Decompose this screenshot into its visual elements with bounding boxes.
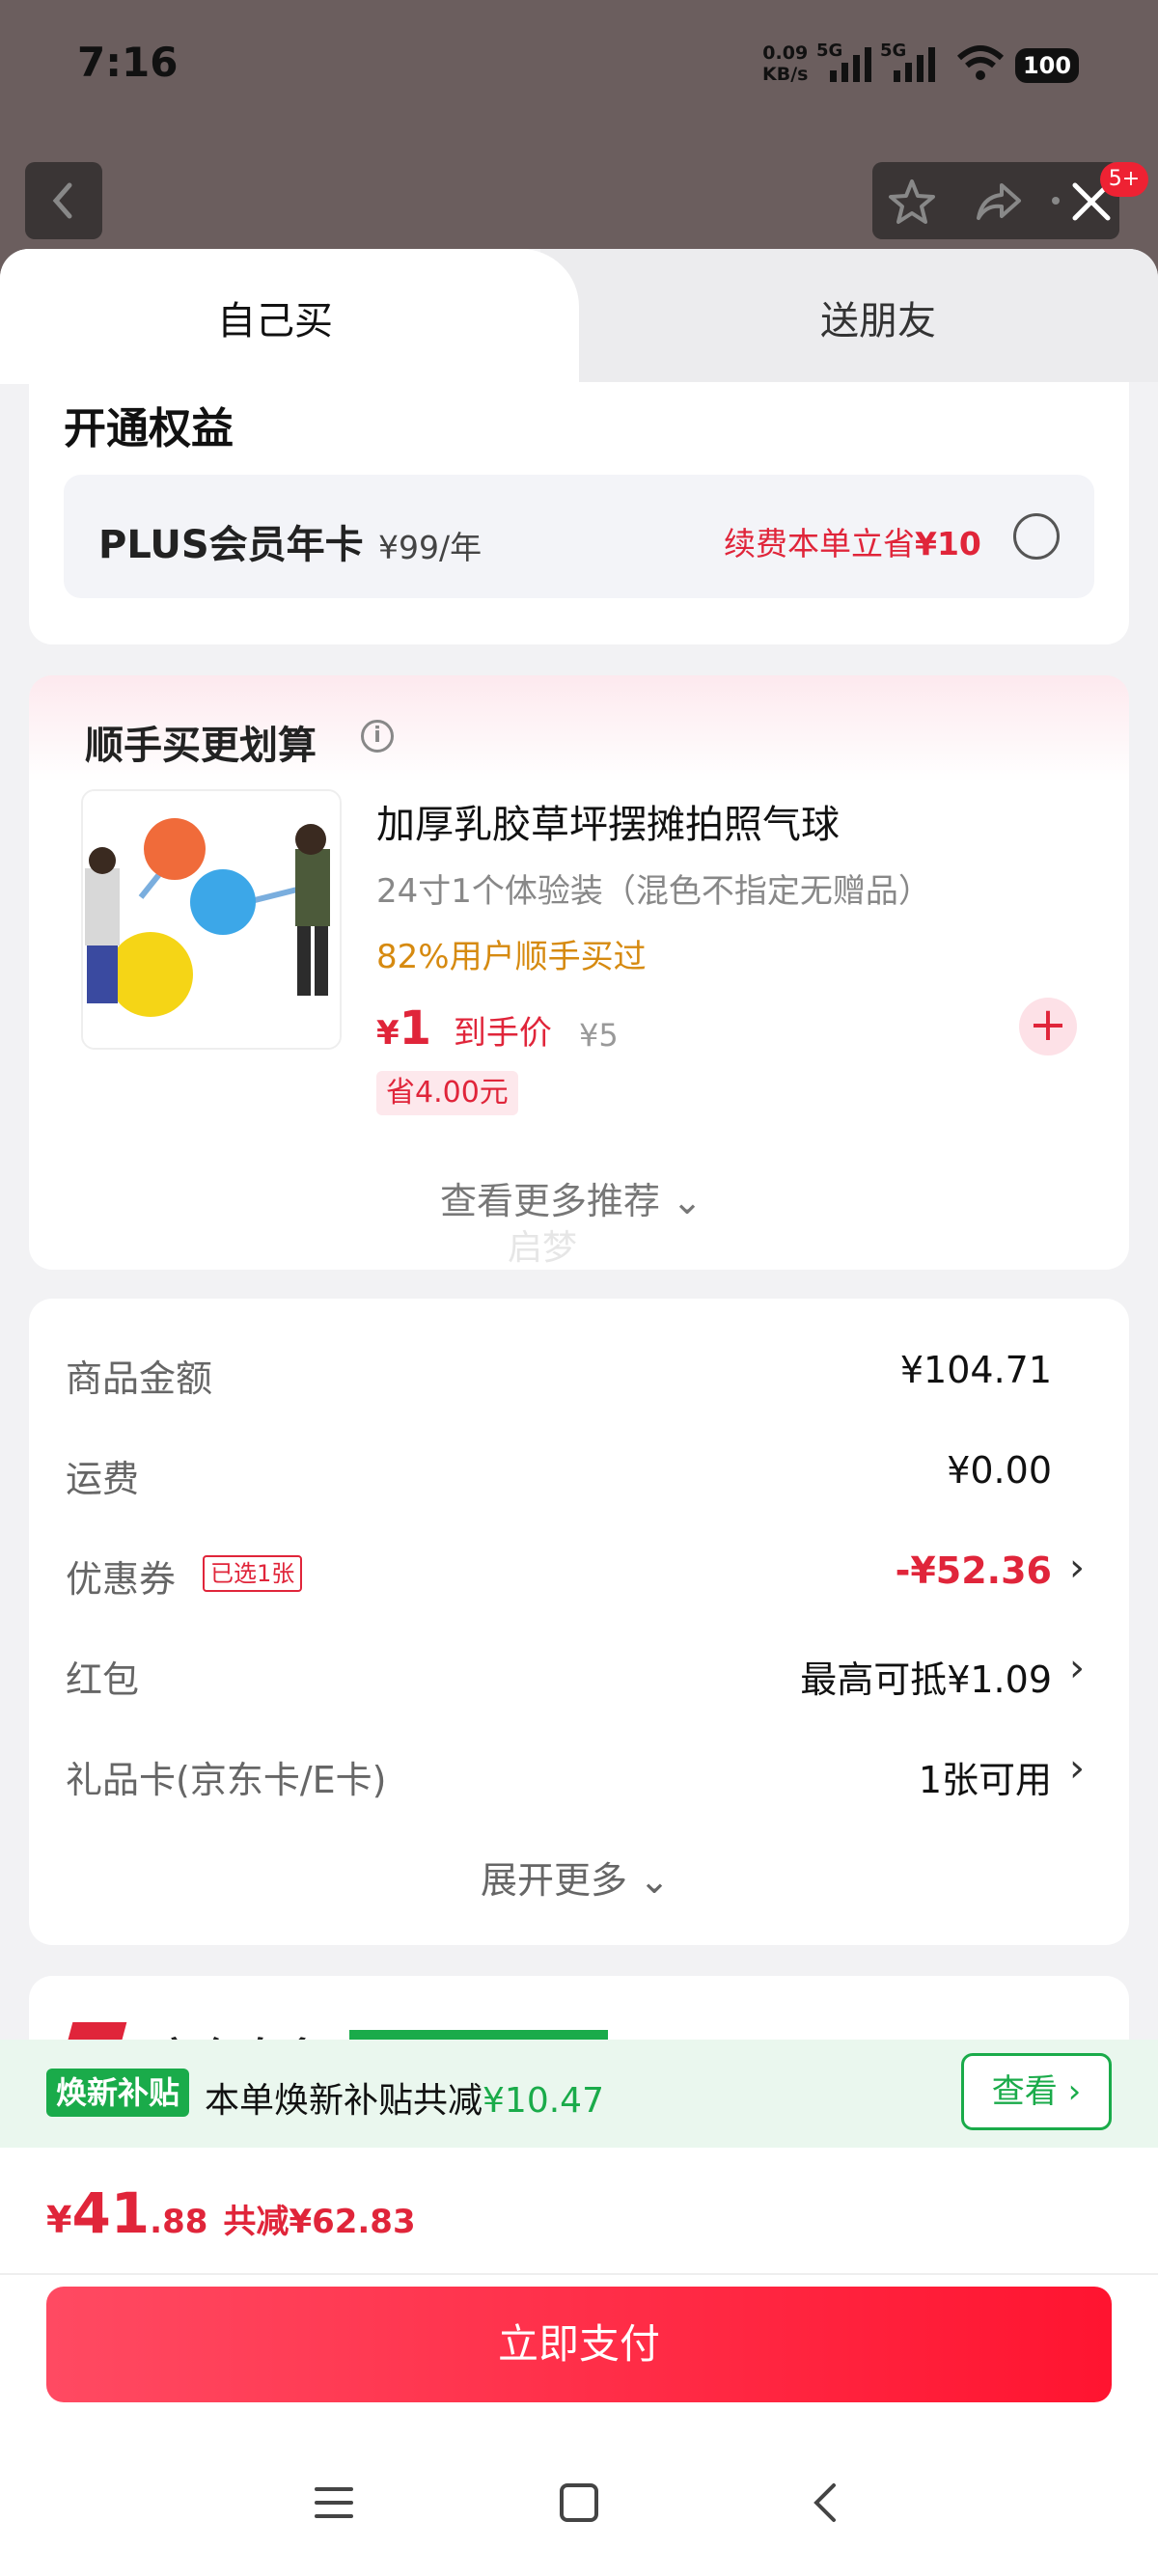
product-spec: 24寸1个体验装（混色不指定无赠品） — [376, 872, 931, 911]
recommend-title: 顺手买更划算 — [85, 724, 317, 768]
red-packet-value[interactable]: 最高可抵¥1.09 — [800, 1650, 1052, 1703]
info-icon[interactable]: i — [361, 720, 394, 753]
status-time: 7:16 — [77, 39, 179, 86]
save-tag: 省4.00元 — [376, 1071, 518, 1115]
add-to-order-button[interactable]: + — [1019, 998, 1077, 1055]
tab-self-buy[interactable]: 自己买 — [217, 289, 333, 345]
plus-price: ¥99/年 — [378, 529, 482, 566]
coupon-value[interactable]: -¥52.36 — [896, 1549, 1052, 1592]
nav-back-icon[interactable] — [803, 2480, 849, 2526]
pay-now-button[interactable]: 立即支付 — [46, 2287, 1112, 2402]
subsidy-text: 本单焕新补贴共减¥10.47 — [205, 2081, 604, 2121]
gift-card-value[interactable]: 1张可用 — [919, 1750, 1052, 1803]
watermark: 启梦 — [508, 1228, 578, 1268]
toolbar-group — [872, 162, 1119, 239]
home-icon[interactable] — [556, 2480, 602, 2526]
red-packet-label: 红包 — [66, 1658, 140, 1701]
system-nav-bar — [0, 2451, 1158, 2576]
plus-name: PLUS会员年卡 — [98, 523, 364, 567]
product-buyers: 82%用户顺手买过 — [376, 938, 647, 976]
chevron-down-icon: ⌄ — [639, 1859, 670, 1902]
benefits-title: 开通权益 — [64, 404, 234, 453]
total-price: ¥41.88 共减¥62.83 — [46, 2180, 416, 2246]
product-original-price: ¥5 — [579, 1017, 619, 1054]
chevron-down-icon: ⌄ — [672, 1180, 703, 1222]
chevron-right-icon[interactable]: › — [1069, 1646, 1085, 1690]
subsidy-view-button[interactable]: 查看 › — [961, 2053, 1112, 2130]
product-price: ¥1 到手价 — [376, 1001, 552, 1055]
product-image[interactable] — [81, 789, 342, 1050]
more-recommend-link[interactable]: 查看更多推荐 ⌄ — [440, 1171, 703, 1224]
shipping-label: 运费 — [66, 1458, 140, 1500]
divider — [0, 2273, 1158, 2275]
tab-gift-friend[interactable]: 送朋友 — [820, 289, 936, 345]
goods-amount-value: ¥104.71 — [899, 1349, 1052, 1391]
signal-1-icon: 5G — [816, 41, 871, 82]
back-button[interactable] — [25, 162, 102, 239]
coupon-label: 优惠券 — [66, 1558, 177, 1601]
expand-more-link[interactable]: 展开更多 ⌄ — [481, 1850, 670, 1904]
signal-2-icon: 5G — [880, 41, 935, 82]
balloon-photo-icon — [83, 791, 340, 1048]
chevron-right-icon[interactable]: › — [1069, 1746, 1085, 1791]
product-name[interactable]: 加厚乳胶草坪摆摊拍照气球 — [376, 793, 840, 849]
subsidy-tag: 焕新补贴 — [46, 2069, 190, 2117]
more-icon[interactable] — [1046, 191, 1065, 210]
notification-badge: 5+ — [1100, 162, 1148, 197]
share-icon[interactable] — [973, 176, 1025, 228]
plus-radio[interactable] — [1013, 513, 1060, 560]
plus-save: 续费本单立省¥10 — [724, 525, 981, 562]
star-icon[interactable] — [886, 176, 938, 228]
wifi-icon — [955, 44, 1006, 87]
coupon-selected-tag: 已选1张 — [203, 1555, 303, 1592]
back-icon — [52, 182, 72, 219]
shipping-value: ¥0.00 — [947, 1449, 1052, 1492]
goods-amount-label: 商品金额 — [66, 1357, 213, 1400]
chevron-right-icon[interactable]: › — [1069, 1546, 1085, 1590]
menu-icon[interactable] — [311, 2480, 357, 2526]
gift-card-label: 礼品卡(京东卡/E卡) — [66, 1759, 387, 1801]
net-speed: 0.09 KB/s — [762, 42, 809, 85]
battery-icon: 100 — [1015, 48, 1079, 83]
